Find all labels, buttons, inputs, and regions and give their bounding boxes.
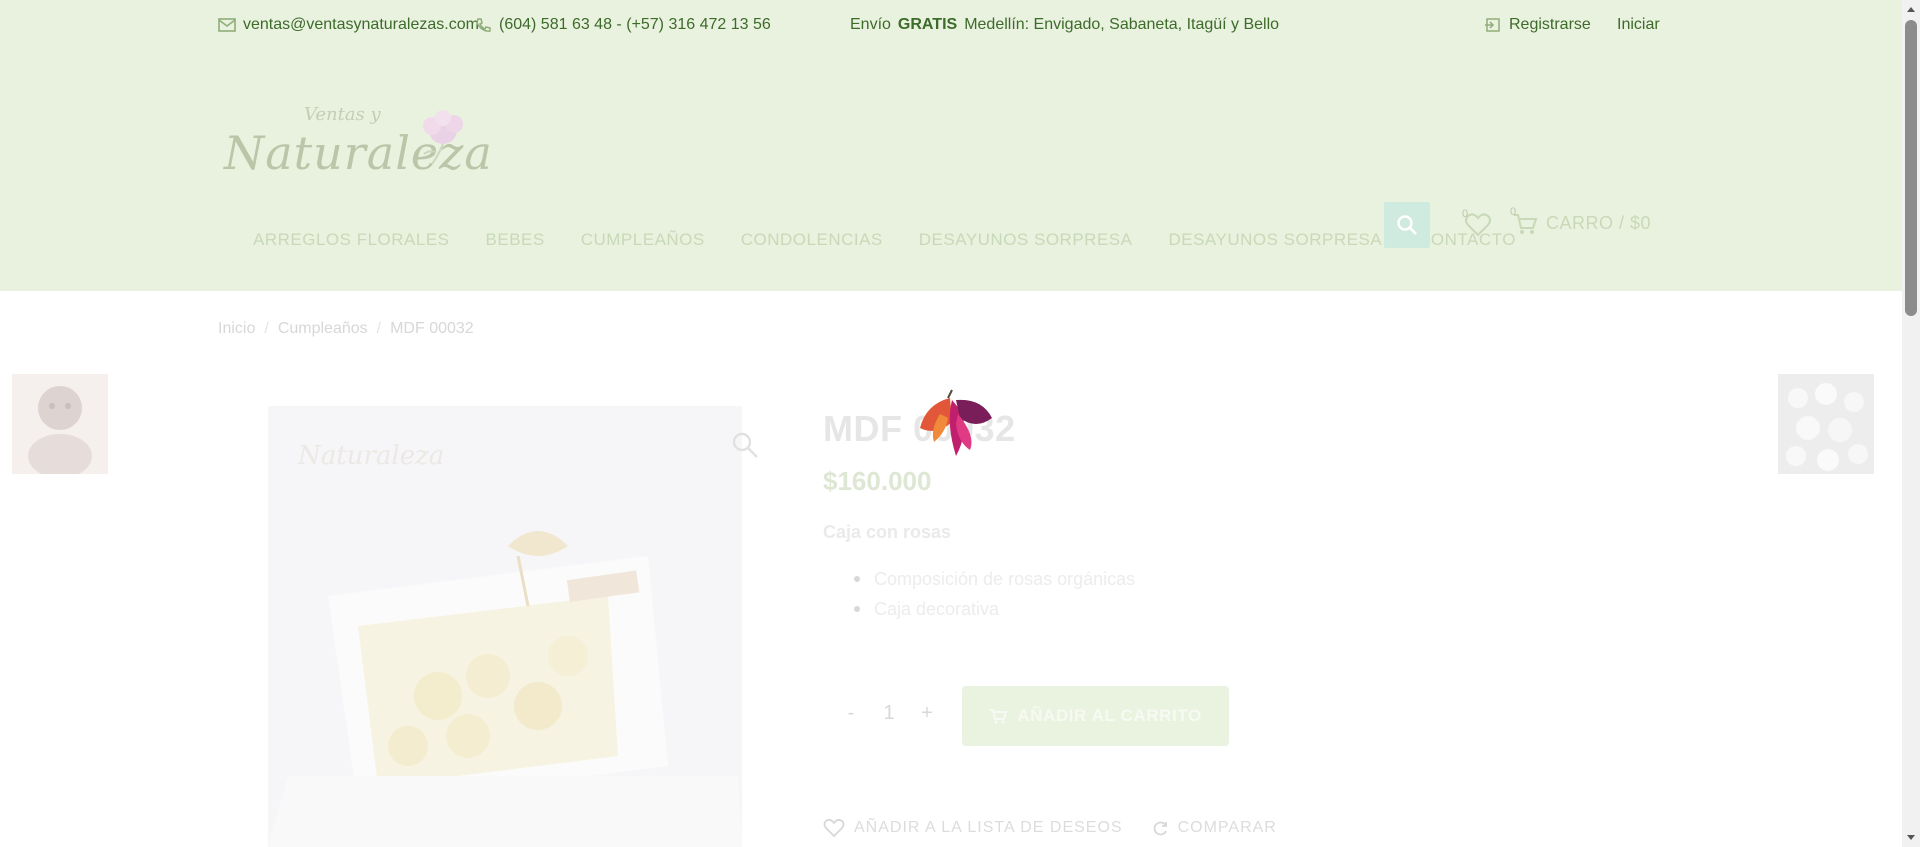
cart-count: 0: [1510, 206, 1517, 218]
product-actions: AÑADIR A LA LISTA DE DESEOS COMPARAR: [823, 818, 1277, 838]
qty-plus-button[interactable]: +: [921, 702, 933, 725]
prev-product-thumb[interactable]: [12, 374, 108, 474]
next-product-image: [1778, 374, 1874, 474]
cart-icon-wrap: 0: [1510, 206, 1538, 236]
compare-icon: [1153, 821, 1167, 836]
wishlist-count: 0: [1462, 208, 1469, 220]
login-text: Iniciar: [1617, 16, 1660, 33]
product-features: Composición de rosas orgánicas Caja deco…: [850, 564, 1135, 624]
search-icon: [1397, 215, 1417, 235]
product-image[interactable]: Naturaleza: [268, 406, 742, 847]
login-link[interactable]: Iniciar: [1617, 16, 1660, 34]
header-wishlist[interactable]: 0: [1462, 208, 1494, 238]
nav-cumpleanos[interactable]: Cumpleaños: [581, 230, 705, 250]
phone-text: (604) 581 63 48 - (+57) 316 472 13 56: [499, 16, 771, 33]
product-price: $160.000: [823, 466, 932, 496]
promo-bold: GRATIS: [897, 16, 958, 33]
main-header: Ventas y Naturaleza Arreglos florales Be…: [0, 54, 1902, 291]
heart-icon: [1465, 213, 1491, 237]
zoom-icon[interactable]: [730, 430, 760, 460]
promo-prefix: Envío: [850, 16, 891, 33]
search-button[interactable]: [1384, 202, 1430, 248]
flower-logo-icon: [423, 110, 463, 165]
nav-desayunos-sorpresa-2[interactable]: Desayunos sorpresa: [1168, 230, 1382, 250]
compare-label: COMPARAR: [1177, 819, 1277, 836]
prev-product-image: [28, 386, 92, 474]
quantity-stepper: - 1 +: [845, 702, 933, 725]
product-subtitle: Caja con rosas: [823, 522, 952, 542]
next-product-thumb[interactable]: [1778, 374, 1874, 474]
register-link[interactable]: Registrarse: [1484, 16, 1591, 34]
add-to-cart-label: AÑADIR AL CARRITO: [1017, 706, 1202, 725]
cart-icon: [990, 709, 1008, 724]
feature-item: Caja decorativa: [850, 594, 1135, 624]
breadcrumb-category[interactable]: Cumpleaños: [278, 320, 368, 338]
nav-arreglos-florales[interactable]: Arreglos florales: [253, 230, 450, 250]
product-photo: Naturaleza: [268, 406, 742, 847]
top-email[interactable]: ventas@ventasynaturalezas.com: [218, 16, 479, 34]
add-to-wishlist-link[interactable]: AÑADIR A LA LISTA DE DESEOS: [823, 818, 1123, 838]
svg-text:Naturaleza: Naturaleza: [297, 441, 444, 471]
qty-minus-button[interactable]: -: [845, 702, 857, 725]
breadcrumb-current: MDF 00032: [390, 320, 474, 337]
add-to-cart-button[interactable]: AÑADIR AL CARRITO: [962, 686, 1229, 746]
scrollbar-thumb[interactable]: [1905, 20, 1917, 316]
breadcrumb-home[interactable]: Inicio: [218, 320, 255, 338]
heart-icon: [823, 818, 845, 838]
scroll-up-arrow-icon[interactable]: [1906, 4, 1916, 14]
promo-suffix: Medellín: Envigado, Sabaneta, Itagüí y B…: [964, 16, 1280, 33]
top-bar: ventas@ventasynaturalezas.com (604) 581 …: [0, 0, 1902, 54]
header-cart[interactable]: 0 CARRO / $0: [1510, 206, 1652, 236]
login-icon: [1485, 18, 1500, 32]
qty-value-input[interactable]: 1: [883, 702, 895, 725]
site-logo[interactable]: Ventas y Naturaleza: [218, 96, 598, 192]
phone-icon: [476, 18, 491, 32]
feature-item: Composición de rosas orgánicas: [850, 564, 1135, 594]
scroll-down-arrow-icon[interactable]: [1906, 833, 1916, 843]
nav-condolencias[interactable]: Condolencias: [741, 230, 883, 250]
breadcrumb-separator: /: [376, 320, 382, 337]
nav-bebes[interactable]: Bebes: [486, 230, 545, 250]
logo-sub-text: Ventas y: [304, 104, 381, 125]
wishlist-label: AÑADIR A LA LISTA DE DESEOS: [854, 819, 1123, 836]
page-scrollbar[interactable]: [1902, 0, 1920, 847]
email-text: ventas@ventasynaturalezas.com: [243, 16, 479, 33]
cart-label: CARRO / $0: [1546, 212, 1652, 233]
loading-leaves-icon: [920, 389, 992, 456]
nav-desayunos-sorpresa[interactable]: Desayunos sorpresa: [919, 230, 1133, 250]
top-phone[interactable]: (604) 581 63 48 - (+57) 316 472 13 56: [474, 16, 771, 34]
register-text: Registrarse: [1509, 16, 1591, 33]
mail-icon: [218, 18, 236, 32]
breadcrumb-separator: /: [264, 320, 269, 337]
breadcrumb: Inicio / Cumpleaños / MDF 00032: [218, 320, 474, 338]
compare-link[interactable]: COMPARAR: [1153, 819, 1277, 837]
main-nav: Arreglos florales Bebes Cumpleaños Condo…: [253, 230, 1552, 250]
promo-text: Envío GRATIS Medellín: Envigado, Sabanet…: [850, 16, 1279, 34]
